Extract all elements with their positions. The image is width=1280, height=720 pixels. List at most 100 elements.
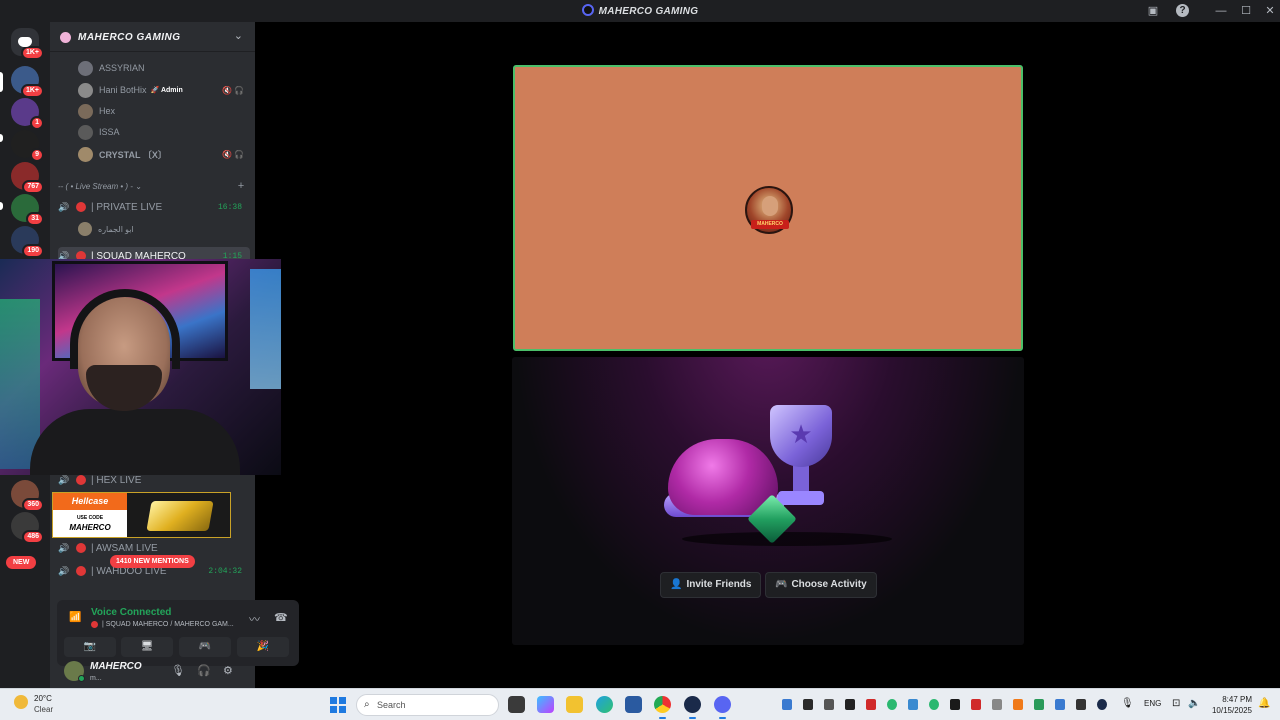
system-clock[interactable]: 8:47 PM 10/15/2025: [1210, 694, 1252, 716]
tray-app-icon[interactable]: [866, 699, 876, 710]
add-channel-icon[interactable]: +: [238, 180, 244, 192]
volume-icon[interactable]: 🔈: [1188, 698, 1200, 709]
rgb-light: [0, 299, 40, 469]
live-dot: [76, 475, 86, 485]
invite-friends-button[interactable]: 👤 Invite Friends: [660, 572, 762, 598]
microphone-icon[interactable]: 🎙: [171, 664, 185, 677]
guild-header[interactable]: MAHERCO GAMING ⌄: [50, 22, 255, 52]
edge-browser-icon[interactable]: [596, 696, 613, 713]
server-icon[interactable]: 486: [11, 512, 44, 544]
badge: 1: [30, 116, 44, 130]
voice-location[interactable]: | SQUAD MAHERCO / MAHERCO GAM...: [91, 621, 234, 628]
channel-name: | HEX LIVE: [91, 474, 142, 486]
member-name: ASSYRIAN: [99, 63, 145, 73]
avatar: [78, 82, 93, 98]
voice-member[interactable]: ابو الجماره: [78, 222, 134, 236]
server-icon[interactable]: 190: [11, 226, 44, 258]
start-button[interactable]: [330, 697, 346, 713]
tray-app-icon[interactable]: [950, 699, 960, 710]
noise-suppression-icon[interactable]: 〰: [249, 611, 260, 627]
weather-moon-icon[interactable]: [14, 695, 28, 709]
voice-member[interactable]: Hex: [78, 103, 115, 119]
server-icon[interactable]: 1: [11, 98, 44, 130]
voice-member[interactable]: Hani BotHix 🚀 Admin 🔇 🎧: [78, 82, 244, 98]
tray-app-icon[interactable]: [887, 699, 897, 710]
tray-app-icon[interactable]: [992, 699, 1002, 710]
steam-tray-icon[interactable]: [1097, 699, 1107, 710]
voice-member[interactable]: CRYSTAL 〔X〕 🔇 🎧: [78, 146, 244, 162]
muted-deafened-icons: 🔇 🎧: [222, 149, 245, 159]
server-icon[interactable]: 31: [11, 194, 44, 226]
server-icon[interactable]: 767: [11, 162, 44, 194]
nvidia-icon[interactable]: [803, 699, 813, 710]
role-tag: 🚀 Admin: [150, 87, 183, 94]
minimize-button[interactable]: —: [1213, 3, 1229, 19]
hellcase-logo: Hellcase: [53, 493, 127, 510]
weather-temperature[interactable]: 20°C: [34, 694, 52, 703]
settings-gear-icon[interactable]: ⚙: [223, 664, 233, 677]
bluetooth-icon[interactable]: [1055, 699, 1065, 710]
server-icon[interactable]: 1K+: [11, 66, 44, 98]
speaker-icon: 🔊: [58, 475, 70, 485]
tray-app-icon[interactable]: [782, 699, 792, 710]
tray-app-icon[interactable]: [824, 699, 834, 710]
notification-bell-icon[interactable]: 🔔: [1258, 698, 1270, 709]
participant-tile[interactable]: MAHERCO: [513, 65, 1023, 351]
tray-app-icon[interactable]: [1013, 699, 1023, 710]
steam-icon[interactable]: [684, 696, 701, 719]
unread-indicator: [0, 134, 3, 142]
search-icon: ⌕: [364, 699, 370, 710]
badge: 360: [22, 498, 44, 512]
voice-status[interactable]: Voice Connected: [91, 607, 171, 618]
tray-app-icon[interactable]: [908, 699, 918, 710]
voice-member[interactable]: ISSA: [78, 124, 120, 140]
username[interactable]: MAHERCO: [90, 661, 142, 672]
badge: 9: [30, 148, 44, 162]
copilot-icon[interactable]: [537, 696, 554, 713]
direct-messages-button[interactable]: 1K+: [11, 28, 44, 60]
store-icon[interactable]: [625, 696, 642, 713]
choose-activity-button[interactable]: 🎮 Choose Activity: [765, 572, 877, 598]
live-dot: [76, 202, 86, 212]
tray-app-icon[interactable]: [1076, 699, 1086, 710]
help-icon[interactable]: ?: [1176, 4, 1189, 17]
new-mentions-pill[interactable]: 1410 NEW MENTIONS: [110, 555, 195, 568]
close-button[interactable]: ✕: [1262, 3, 1278, 19]
tray-app-icon[interactable]: [1034, 699, 1044, 710]
headphones-icon[interactable]: 🎧: [197, 664, 211, 677]
trophy-base: [778, 491, 824, 505]
tray-app-icon[interactable]: [929, 699, 939, 710]
star-icon: ★: [789, 419, 813, 449]
signal-icon: 📶: [69, 612, 82, 623]
tray-app-icon[interactable]: [845, 699, 855, 710]
microphone-tray-icon[interactable]: 🎙: [1121, 698, 1134, 709]
inbox-icon[interactable]: ▣: [1145, 3, 1161, 19]
taskbar-search[interactable]: ⌕ Search: [356, 694, 499, 716]
discord-icon[interactable]: [714, 696, 731, 719]
use-code-label: USE CODE: [76, 515, 104, 521]
task-view-icon[interactable]: [508, 696, 525, 713]
chrome-icon[interactable]: [654, 696, 671, 719]
network-icon[interactable]: ⊡: [1172, 698, 1180, 709]
server-icon[interactable]: 360: [11, 480, 44, 512]
avatar-face: [762, 196, 778, 216]
chevron-down-icon: ⌄: [135, 182, 142, 191]
disconnect-icon[interactable]: ☎: [274, 611, 288, 624]
weather-condition[interactable]: Clear: [34, 705, 53, 714]
new-unreads-pill[interactable]: NEW: [6, 556, 37, 569]
user-panel: MAHERCO m... 🎙 🎧 ⚙: [50, 654, 255, 688]
input-language[interactable]: ENG: [1144, 699, 1161, 708]
avatar: [78, 222, 92, 236]
avatar: [78, 60, 93, 76]
guild-name: MAHERCO GAMING: [78, 32, 181, 43]
avatar-logo-text: MAHERCO: [751, 220, 789, 229]
file-explorer-icon[interactable]: [566, 696, 583, 713]
tray-app-icon[interactable]: [971, 699, 981, 710]
chevron-down-icon[interactable]: ⌄: [234, 29, 243, 42]
category-live-stream[interactable]: -- ( • Live Stream • ) - ⌄ +: [58, 180, 248, 192]
server-icon[interactable]: 9: [11, 130, 44, 162]
voice-member[interactable]: ASSYRIAN: [78, 60, 145, 76]
maximize-button[interactable]: ☐: [1238, 3, 1254, 19]
voice-channel-private-live[interactable]: 🔊 | PRIVATE LIVE 16:38: [58, 198, 250, 216]
hellcase-ad-banner: Hellcase USE CODE MAHERCO: [52, 492, 231, 538]
